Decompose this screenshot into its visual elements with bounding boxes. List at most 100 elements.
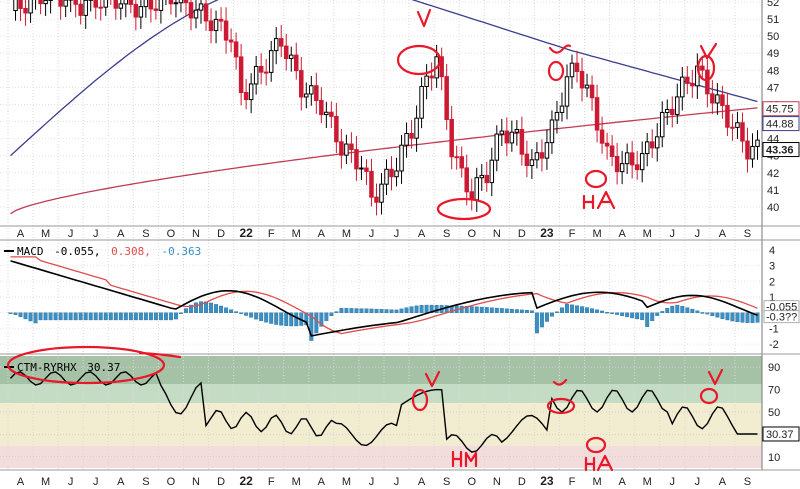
- candle-body: [319, 99, 324, 116]
- macd-hist-bar: [625, 312, 630, 318]
- macd-hist-bar: [103, 312, 108, 321]
- candle-body: [198, 3, 204, 11]
- macd-hist-bar: [279, 312, 284, 326]
- macd-hist-bar: [710, 312, 715, 316]
- candle-body: [359, 167, 364, 170]
- macd-hist-bar: [123, 312, 128, 321]
- macd-hist-bar: [695, 310, 700, 313]
- macd-hist-bar: [369, 308, 374, 313]
- x-tick-label: A: [318, 228, 326, 240]
- macd-hist-bar: [209, 302, 213, 313]
- x-tick-label: O: [467, 228, 476, 240]
- macd-hist-bar: [163, 312, 168, 321]
- macd-hist-bar: [269, 312, 274, 324]
- macd-hist-bar: [93, 312, 98, 321]
- macd-hist-bar: [43, 312, 48, 321]
- stock-chart: 40414243444546474849505152 43210-1-2 907…: [0, 0, 800, 488]
- candle-body: [730, 126, 735, 129]
- candle-body: [143, 0, 149, 8]
- macd-hist-bar: [404, 307, 409, 313]
- macd-hist-bar: [620, 312, 625, 316]
- candle-body: [524, 153, 530, 167]
- macd-hist-bar: [349, 308, 354, 313]
- macd-hist-bar: [264, 312, 269, 323]
- candle-body: [589, 84, 595, 99]
- candle-body: [158, 0, 164, 11]
- candle-body: [720, 94, 725, 107]
- macd-hist-bar: [239, 312, 244, 314]
- x-tick-label: A: [17, 476, 25, 488]
- x-tick-label: F: [569, 228, 576, 240]
- candle-body: [354, 149, 359, 170]
- macd-hist-bar: [524, 310, 529, 313]
- macd-hist-bar: [259, 312, 264, 321]
- candle-body: [23, 7, 28, 14]
- candle-body: [13, 0, 18, 12]
- x-tick-label: S: [443, 476, 450, 488]
- macd-hist-bar: [143, 312, 148, 321]
- candle-body: [459, 156, 464, 169]
- candle-body: [364, 167, 369, 172]
- x-tick-label: S: [744, 476, 751, 488]
- macd-hist-bar: [544, 312, 549, 322]
- macd-hist-bar: [179, 312, 183, 314]
- candle-body: [680, 76, 685, 98]
- x-tick-label: D: [217, 228, 225, 240]
- macd-hist-bar: [184, 308, 188, 313]
- candle-body: [98, 6, 104, 9]
- x-tick-label: A: [318, 476, 326, 488]
- macd-hist-bar: [229, 309, 234, 313]
- candle-body: [243, 92, 249, 101]
- macd-legend-title: MACD: [17, 245, 44, 258]
- x-tick-label: A: [418, 476, 426, 488]
- candle-body: [529, 159, 535, 167]
- macd-hist-bar: [650, 312, 655, 322]
- candle-body: [73, 0, 78, 5]
- x-tick-label: S: [142, 228, 149, 240]
- macd-hist-bar: [740, 312, 745, 323]
- candle-body: [208, 20, 214, 32]
- price-tick-label: 40: [767, 202, 779, 214]
- x-tick-label: J: [695, 228, 701, 240]
- macd-hist-bar: [585, 307, 589, 313]
- candle-body: [725, 105, 730, 128]
- candle-body: [690, 82, 695, 87]
- candle-body: [514, 129, 520, 133]
- macd-hist-bar: [484, 307, 489, 313]
- x-tick-label: S: [142, 476, 149, 488]
- macd-hist-bar: [249, 312, 254, 318]
- macd-hist-bar: [384, 309, 389, 313]
- candle-body: [700, 65, 705, 71]
- candle-body: [118, 3, 124, 9]
- candle-body: [374, 196, 379, 203]
- macd-hist-bar: [675, 304, 680, 313]
- macd-hist-bar: [379, 309, 384, 313]
- candle-body: [449, 118, 454, 158]
- macd-hist-bar: [63, 312, 68, 321]
- macd-hist-bar: [88, 312, 93, 321]
- macd-hist-bar: [389, 309, 394, 313]
- macd-hist-bar: [509, 308, 514, 313]
- candle-body: [484, 174, 490, 184]
- candle-body: [173, 2, 179, 5]
- candle-body: [569, 62, 575, 78]
- x-tick-label: J: [695, 476, 701, 488]
- candle-body: [494, 133, 500, 161]
- svg-text:CTM-RYRHX 30.37: CTM-RYRHX 30.37: [17, 361, 120, 374]
- macd-hist-bar: [219, 305, 224, 313]
- macd-hist-bar: [254, 312, 259, 320]
- macd-hist-bar: [354, 308, 359, 313]
- macd-hist-bar: [610, 312, 615, 314]
- x-tick-label: N: [192, 476, 200, 488]
- macd-hist-bar: [570, 304, 574, 313]
- x-tick-label: A: [618, 228, 626, 240]
- candle-body: [299, 70, 304, 98]
- x-tick-label: 23: [540, 474, 554, 488]
- oscillator-band: [0, 403, 762, 446]
- x-tick-label: M: [292, 228, 301, 240]
- x-tick-label: A: [618, 476, 626, 488]
- candle-body: [735, 122, 740, 128]
- candle-body: [263, 71, 269, 74]
- x-tick-label: A: [719, 228, 727, 240]
- macd-hist-bar: [399, 308, 404, 313]
